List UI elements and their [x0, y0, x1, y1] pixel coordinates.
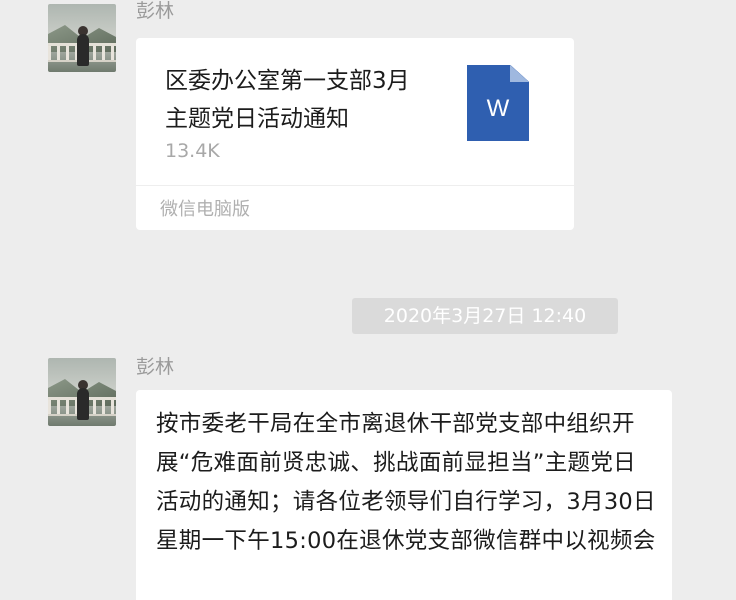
- sender-avatar[interactable]: [48, 4, 116, 72]
- sender-avatar[interactable]: [48, 358, 116, 426]
- sender-name: 彭林: [136, 0, 175, 22]
- avatar-person: [77, 388, 89, 420]
- text-message-bubble[interactable]: 按市委老干局在全市离退休干部党支部中组织开展“危难面前贤忠诚、挑战面前显担当”主…: [136, 390, 672, 600]
- page-fold: [510, 65, 529, 82]
- sender-name: 彭林: [136, 356, 175, 378]
- message-timestamp: 2020年3月27日 12:40: [352, 298, 618, 334]
- word-document-icon: W: [467, 65, 529, 141]
- file-title: 区委办公室第一支部3月主题党日活动通知: [165, 68, 410, 132]
- chat-window: 彭林 区委办公室第一支部3月主题党日活动通知 13.4K W 微信电脑版 202…: [0, 0, 736, 600]
- message-text: 按市委老干局在全市离退休干部党支部中组织开展“危难面前贤忠诚、挑战面前显担当”主…: [156, 411, 656, 554]
- file-source: 微信电脑版: [160, 199, 250, 220]
- file-message-card[interactable]: 区委办公室第一支部3月主题党日活动通知 13.4K W 微信电脑版: [136, 38, 574, 230]
- file-size: 13.4K: [165, 140, 220, 162]
- word-icon-letter: W: [486, 95, 510, 122]
- avatar-person: [77, 34, 89, 66]
- card-divider: [136, 185, 574, 186]
